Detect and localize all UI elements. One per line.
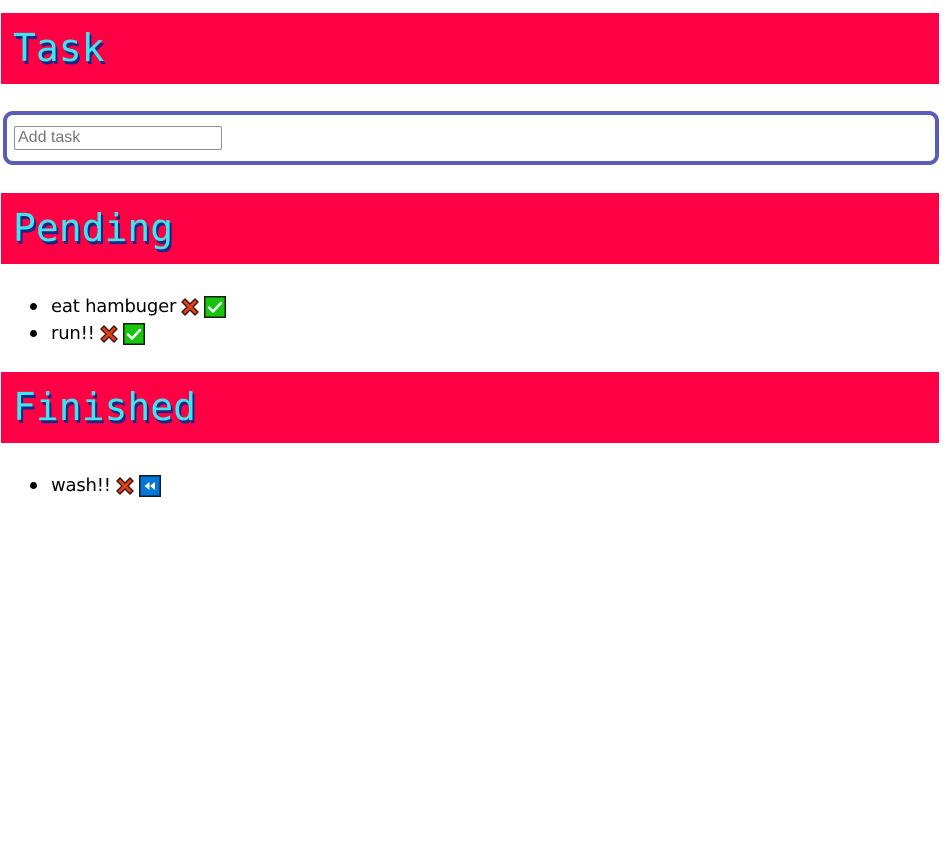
delete-button[interactable] xyxy=(98,323,120,345)
cross-mark-icon xyxy=(99,324,118,343)
task-title: Task xyxy=(13,26,105,70)
finished-title: Finished xyxy=(13,385,197,429)
pending-header: Pending xyxy=(1,193,939,264)
add-task-form xyxy=(3,111,939,165)
cross-mark-icon xyxy=(181,297,199,316)
finish-button[interactable] xyxy=(122,322,145,345)
task-header: Task xyxy=(1,13,939,84)
list-item: wash!! xyxy=(30,472,161,499)
cross-mark-icon xyxy=(116,476,134,495)
task-text: wash!! xyxy=(51,475,111,496)
pending-title: Pending xyxy=(13,206,174,250)
delete-button[interactable] xyxy=(179,296,201,318)
check-mark-icon xyxy=(122,322,145,345)
list-item: eat hambuger xyxy=(29,293,227,320)
list-item: run!! xyxy=(29,320,226,347)
check-mark-icon xyxy=(204,295,227,318)
add-task-input[interactable] xyxy=(14,126,222,150)
finish-button[interactable] xyxy=(204,295,227,318)
task-text: eat hambuger xyxy=(51,296,177,317)
restore-button[interactable] xyxy=(138,474,161,497)
task-text: run!! xyxy=(51,323,95,344)
pending-list: eat hambuger run!! xyxy=(0,293,227,347)
finished-header: Finished xyxy=(1,372,939,443)
rewind-icon xyxy=(138,474,161,497)
finished-list: wash!! xyxy=(0,472,161,499)
delete-button[interactable] xyxy=(114,475,136,497)
